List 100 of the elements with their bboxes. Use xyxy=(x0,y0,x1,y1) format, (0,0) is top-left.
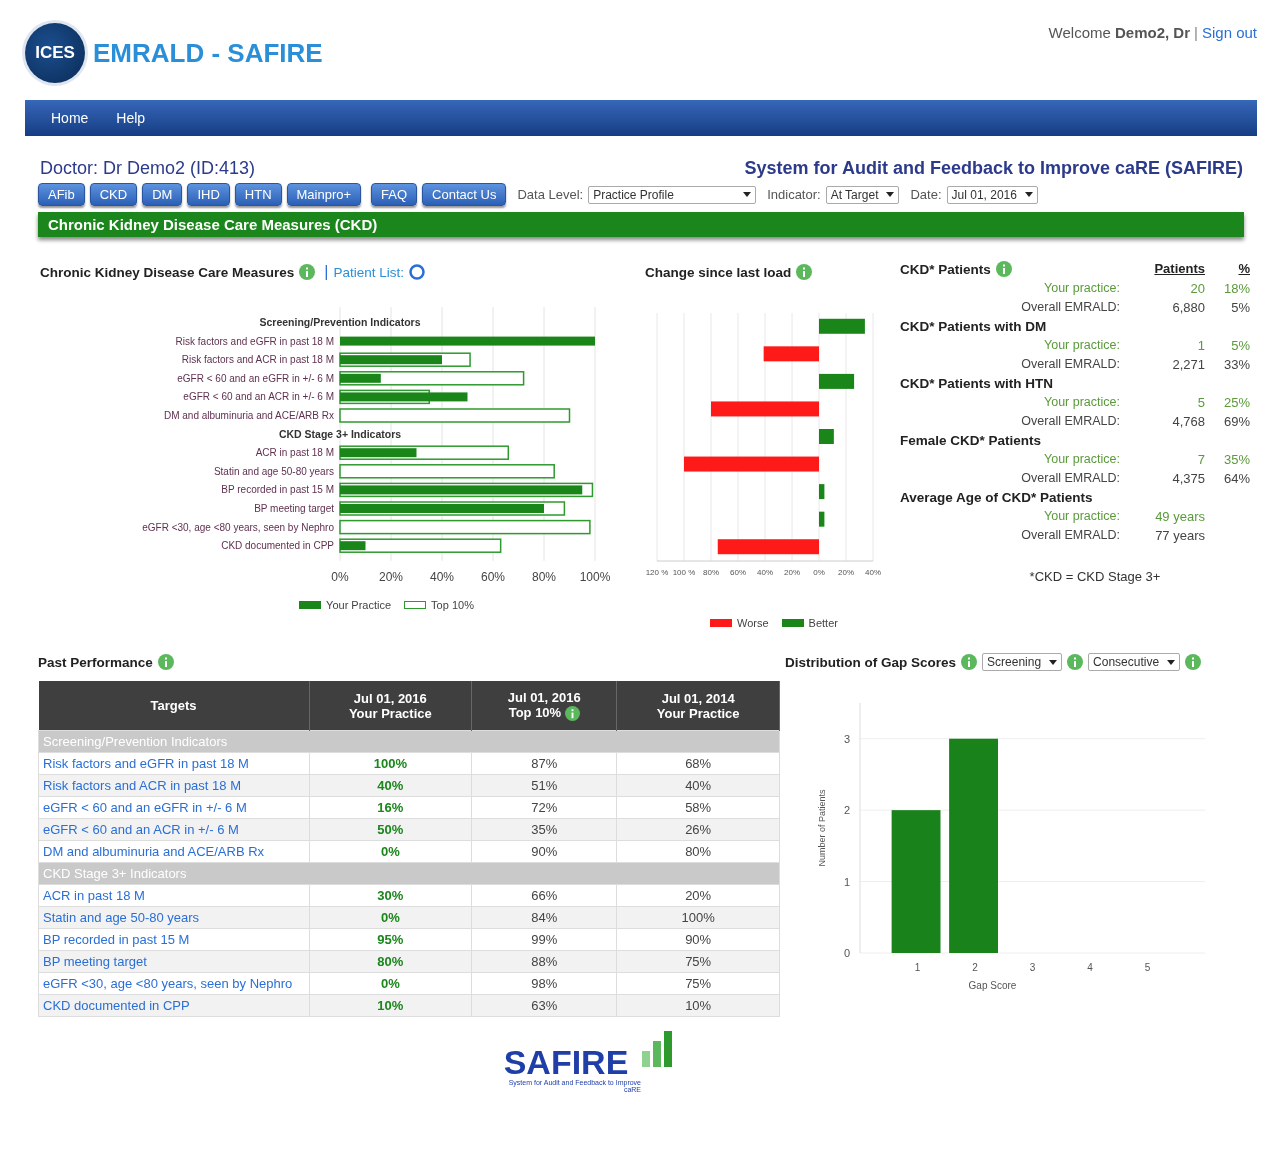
info-icon[interactable] xyxy=(564,706,580,722)
table-cell: 66% xyxy=(471,884,617,907)
module-button[interactable]: FAQ xyxy=(371,183,418,206)
column-header: Targets xyxy=(38,681,309,731)
table-cell: 40% xyxy=(616,774,780,797)
axis-tick-label: 3 xyxy=(1029,962,1036,973)
doctor-title: Doctor: Dr Demo2 (ID:413) xyxy=(40,158,256,179)
filter-select[interactable]: At Target xyxy=(825,185,900,204)
patient-list-link[interactable]: Patient List: xyxy=(333,264,405,280)
caret-icon xyxy=(1167,659,1176,665)
table-cell: 63% xyxy=(471,994,617,1017)
axis-tick-label: 60% xyxy=(730,568,746,577)
caret-icon xyxy=(743,192,752,197)
table-cell: 99% xyxy=(471,928,617,951)
axis-tick-label: 4 xyxy=(1087,962,1093,973)
column-header: Jul 01, 2016 Your Practice xyxy=(309,681,472,731)
group-title: CKD* Patients xyxy=(900,261,991,277)
nav-link[interactable]: Home xyxy=(51,110,89,126)
row-label: Your practice: xyxy=(1043,281,1121,296)
sign-out-link[interactable]: Sign out xyxy=(1201,24,1257,100)
table-cell: 90% xyxy=(471,840,617,863)
safire-logo-text: SAFIRE xyxy=(503,1045,629,1079)
separator: | xyxy=(324,263,329,281)
group-title: CKD* Patients with DM xyxy=(900,319,1047,334)
group-title: CKD* Patients with HTN xyxy=(900,376,1053,391)
table-cell: 51% xyxy=(471,774,617,797)
filter-select[interactable]: Jul 01, 2016 xyxy=(946,185,1038,204)
caret-icon xyxy=(1049,659,1058,665)
axis-tick-label: 2 xyxy=(843,804,850,817)
axis-tick-label: 60% xyxy=(481,569,505,584)
axis-tick-label: 80% xyxy=(703,568,719,577)
axis-tick-label: 1 xyxy=(914,962,921,973)
filter-label: Date: xyxy=(910,187,942,202)
percent-value: 18% xyxy=(1222,281,1250,296)
row-label: Overall EMRALD: xyxy=(1020,414,1121,429)
module-button[interactable]: DM xyxy=(142,183,183,206)
table-cell: 75% xyxy=(616,950,780,973)
table-cell: 98% xyxy=(471,972,617,995)
category-label: ACR in past 18 M xyxy=(255,447,334,459)
row-label: Overall EMRALD: xyxy=(1020,471,1121,486)
patient-count: 4,375 xyxy=(1171,471,1205,486)
table-cell: 35% xyxy=(471,818,617,841)
filter-label: Data Level: xyxy=(517,187,584,202)
table-cell: 50% xyxy=(309,818,472,841)
module-button[interactable]: IHD xyxy=(187,183,230,206)
ices-logo: ICES xyxy=(25,23,85,83)
table-cell: 30% xyxy=(309,884,472,907)
table-cell: 84% xyxy=(471,906,617,929)
table-cell: 16% xyxy=(309,796,472,819)
category-label: DM and albuminuria and ACE/ARB Rx xyxy=(163,410,334,421)
table-cell: 100% xyxy=(616,906,780,929)
dropdown[interactable]: Consecutive xyxy=(1088,653,1181,671)
category-label: eGFR < 60 and an ACR in +/- 6 M xyxy=(183,391,334,403)
table-cell: 90% xyxy=(616,928,780,951)
table-cell: 80% xyxy=(616,840,780,863)
group-label: CKD Stage 3+ Indicators xyxy=(278,427,402,440)
module-button[interactable]: HTN xyxy=(234,183,282,206)
percent-value: 35% xyxy=(1222,452,1250,467)
separator: | xyxy=(1194,24,1198,43)
percent-value: 69% xyxy=(1222,414,1250,429)
percent-value: 25% xyxy=(1222,395,1250,410)
category-label: Risk factors and eGFR in past 18 M xyxy=(175,335,334,347)
axis-tick-label: 20% xyxy=(784,568,800,577)
axis-title: Gap Score xyxy=(968,980,1017,991)
table-cell: 88% xyxy=(471,950,617,973)
group-title: Female CKD* Patients xyxy=(900,433,1042,448)
module-button[interactable]: CKD xyxy=(89,183,138,206)
category-label: eGFR < 60 and an eGFR in +/- 6 M xyxy=(177,372,334,384)
column-header: Patients xyxy=(1153,261,1205,277)
nav-link[interactable]: Help xyxy=(116,110,146,126)
row-label: Your practice: xyxy=(1043,509,1121,524)
table-cell: 68% xyxy=(616,752,780,775)
axis-tick-label: 3 xyxy=(843,732,850,745)
module-button[interactable]: AFib xyxy=(38,183,85,206)
welcome-text: Welcome Demo2, Dr xyxy=(1048,24,1191,43)
section-title: Chronic Kidney Disease Care Measures xyxy=(40,264,295,280)
module-button[interactable]: Mainpro+ xyxy=(286,183,362,206)
circle-icon[interactable] xyxy=(409,264,426,280)
table-cell: 75% xyxy=(616,972,780,995)
module-button[interactable]: Contact Us xyxy=(422,183,507,206)
row-label: Overall EMRALD: xyxy=(1020,528,1121,543)
patient-count: 4,768 xyxy=(1171,414,1205,429)
axis-tick-label: 0 xyxy=(843,947,850,959)
table-cell: 10% xyxy=(616,994,780,1017)
patient-count: 1 xyxy=(1196,338,1205,353)
row-label: Overall EMRALD: xyxy=(1020,357,1121,372)
axis-title: Number of Patients xyxy=(817,789,827,867)
section-title: Past Performance xyxy=(38,654,153,670)
table-cell: 0% xyxy=(309,972,472,995)
axis-tick-label: 0% xyxy=(331,569,349,584)
table-cell: 72% xyxy=(471,796,617,819)
legend-label: Top 10% xyxy=(431,598,474,611)
filter-label: Indicator: xyxy=(767,187,821,202)
axis-tick-label: 40% xyxy=(865,568,881,577)
filter-select[interactable]: Practice Profile xyxy=(588,185,757,204)
legend-label: Your Practice xyxy=(326,598,392,611)
row-label: Your practice: xyxy=(1043,452,1121,467)
dropdown[interactable]: Screening xyxy=(982,653,1063,671)
axis-tick-label: 1 xyxy=(843,875,850,888)
patient-count: 49 years xyxy=(1154,509,1205,524)
